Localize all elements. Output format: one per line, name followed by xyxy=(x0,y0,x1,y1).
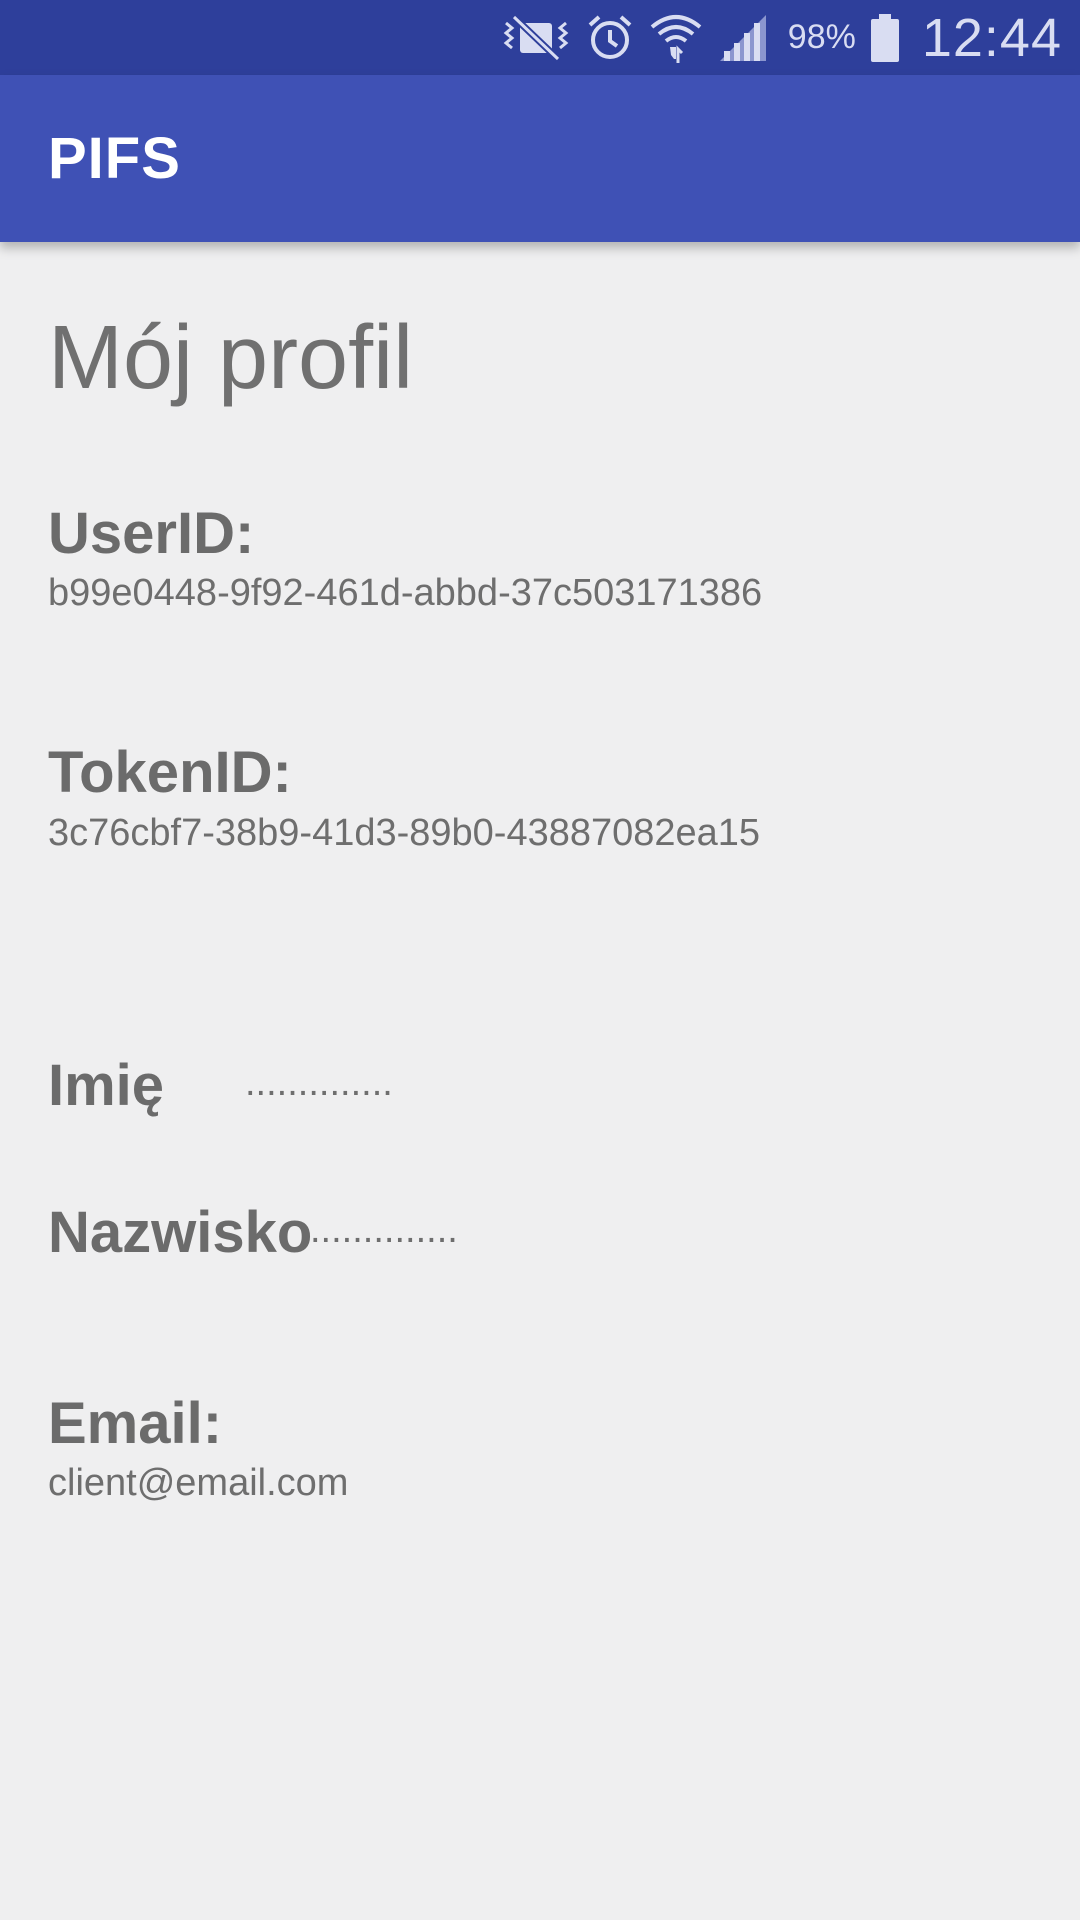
vibrate-mute-icon xyxy=(500,13,572,63)
user-id-value: b99e0448-9f92-461d-abbd-37c503171386 xyxy=(48,572,763,614)
token-id-value: 3c76cbf7-38b9-41d3-89b0-43887082ea15 xyxy=(48,812,761,854)
first-name-label: Imię xyxy=(48,1053,165,1118)
user-id-label: UserID: xyxy=(48,501,255,566)
last-name-field[interactable]: .............. xyxy=(310,1209,458,1252)
alarm-icon xyxy=(586,13,634,63)
battery-icon xyxy=(870,13,900,63)
first-name-field[interactable]: .............. xyxy=(245,1062,393,1105)
profile-content: Mój profil UserID: b99e0448-9f92-461d-ab… xyxy=(0,242,1080,1920)
token-id-label: TokenID: xyxy=(48,740,292,805)
status-icons: 98% 12:44 xyxy=(500,0,1062,75)
app-title: PIFS xyxy=(48,126,181,191)
clock: 12:44 xyxy=(921,7,1062,68)
email-value: client@email.com xyxy=(48,1462,349,1504)
app-bar: PIFS xyxy=(0,75,1080,242)
status-bar: 98% 12:44 xyxy=(0,0,1080,75)
signal-icon xyxy=(718,13,770,63)
email-label: Email: xyxy=(48,1391,223,1456)
wifi-icon xyxy=(648,11,704,65)
page-title: Mój profil xyxy=(48,308,414,408)
last-name-label: Nazwisko xyxy=(48,1200,313,1265)
battery-percent: 98% xyxy=(787,18,856,56)
